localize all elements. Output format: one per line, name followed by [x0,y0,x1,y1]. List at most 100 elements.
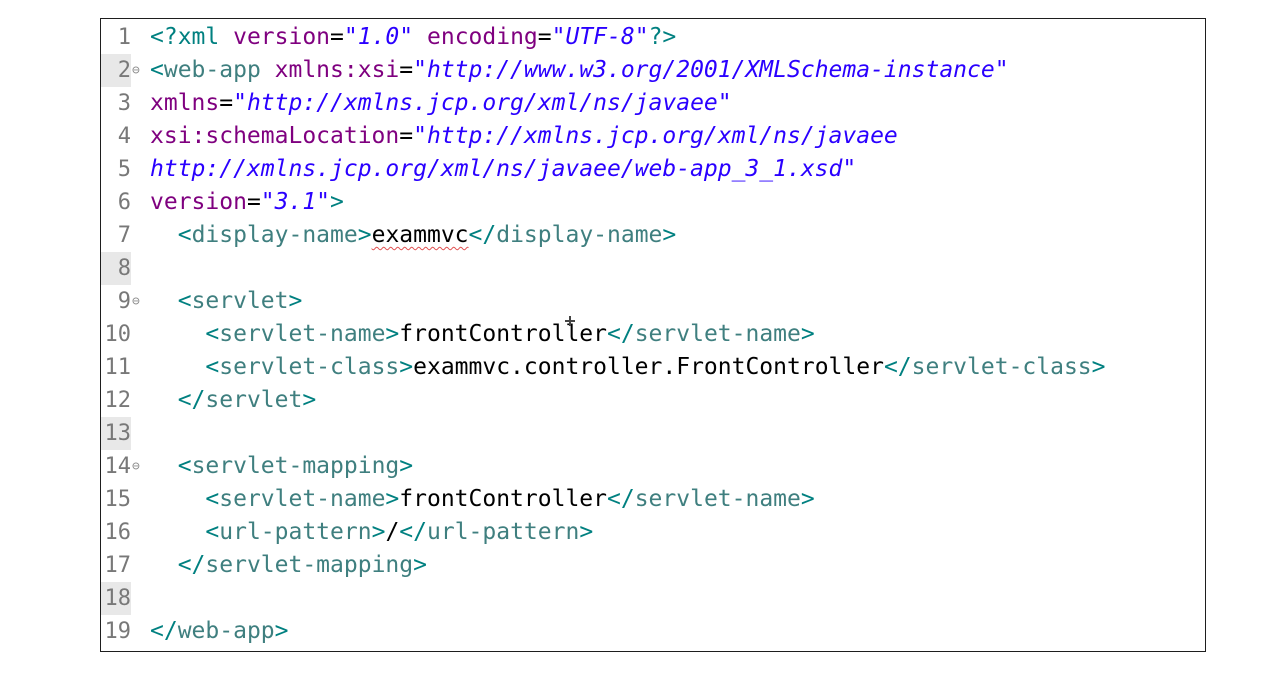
token-str: "UTF-8" [551,24,649,50]
code-line[interactable]: 14 ⊖ <servlet-mapping> [101,450,1205,483]
code-text[interactable]: <url-pattern>/</url-pattern> [150,516,593,549]
token-br: < [205,519,220,545]
token-tag: servlet-class [219,354,400,380]
token-tag: servlet [205,387,303,413]
code-line[interactable]: 7 <display-name>exammvc</display-name> [101,219,1205,252]
token-txt: = [246,189,261,215]
token-attr: version [233,24,331,50]
token-br: > [1091,354,1106,380]
code-line[interactable]: 6 version="3.1"> [101,186,1205,219]
token-pi: <?xml [150,24,234,50]
code-line[interactable]: 5 http://xmlns.jcp.org/xml/ns/javaee/web-… [101,153,1205,186]
token-br: </ [468,222,497,248]
token-br: </ [607,321,635,347]
code-line[interactable]: 1 <?xml version="1.0" encoding="UTF-8"?> [101,21,1205,54]
token-tag: display-name [496,222,663,248]
token-str: http://xmlns.jcp.org/xml/ns/javaee/web-a… [150,156,857,182]
token-tag: web-app [163,57,275,83]
code-text[interactable]: <servlet-class>exammvc.controller.FrontC… [150,351,1106,384]
token-br: > [579,519,594,545]
fold-toggle-icon[interactable]: ⊖ [132,450,140,483]
token-br: > [800,321,815,347]
line-number: 15 [104,487,132,512]
token-br: > [385,486,400,512]
code-line[interactable]: 16 <url-pattern>/</url-pattern> [101,516,1205,549]
token-tag: servlet-name [219,486,386,512]
xml-code-editor[interactable]: 1 <?xml version="1.0" encoding="UTF-8"?> 2… [100,18,1206,652]
token-br: < [177,222,192,248]
token-tag: servlet-name [634,321,801,347]
fold-toggle-icon[interactable]: ⊖ [132,54,140,87]
token-br: < [205,321,220,347]
code-text[interactable]: <servlet-mapping> [150,450,413,483]
code-line[interactable]: 17 </servlet-mapping> [101,549,1205,582]
token-txt: / [385,519,400,545]
code-line[interactable]: 18 [101,582,1205,615]
code-line[interactable]: 9 ⊖ <servlet> [101,285,1205,318]
fold-toggle-icon[interactable]: ⊖ [132,285,140,318]
line-number: 8 [101,252,131,285]
line-number: 17 [104,553,132,578]
code-text[interactable]: <web-app xmlns:xsi="http://www.w3.org/20… [150,54,1009,87]
code-text[interactable]: <servlet-name>frontController</servlet-n… [150,318,815,351]
token-br: > [800,486,815,512]
token-str: "1.0" [343,24,414,50]
code-text[interactable]: <servlet-name>frontController</servlet-n… [150,483,815,516]
code-text[interactable]: xmlns="http://xmlns.jcp.org/xml/ns/javae… [150,87,732,120]
token-str: "http://www.w3.org/2001/XMLSchema-instan… [413,57,1009,83]
token-str: "http://xmlns.jcp.org/xml/ns/javaee [413,123,898,149]
line-number: 3 [117,91,131,116]
token-str: "http://xmlns.jcp.org/xml/ns/javaee" [233,90,732,116]
code-text[interactable]: version="3.1"> [150,186,344,219]
token-attr: xmlns [150,90,220,116]
token-br: > [330,189,344,215]
code-line[interactable]: 19 </web-app> [101,615,1205,648]
code-line[interactable]: 13 [101,417,1205,450]
code-line[interactable]: 2 ⊖ <web-app xmlns:xsi="http://www.w3.org/… [101,54,1205,87]
code-text[interactable]: </servlet> [150,384,317,417]
mouse-cursor-icon [565,316,575,326]
code-text[interactable]: <display-name>exammvc</display-name> [150,219,677,252]
line-number: 14 [104,454,132,479]
token-br: </ [177,387,206,413]
line-number: 13 [101,417,131,450]
code-line[interactable]: 11 <servlet-class>exammvc.controller.Fro… [101,351,1205,384]
token-tag: url-pattern [219,519,372,545]
token-br: </ [177,552,206,578]
token-br: > [274,618,289,644]
code-text[interactable]: <?xml version="1.0" encoding="UTF-8"?> [150,21,676,54]
token-br: </ [399,519,427,545]
token-attr: version [150,189,247,215]
code-text[interactable]: </servlet-mapping> [150,549,427,582]
token-br: < [205,354,220,380]
token-br: </ [607,486,635,512]
code-line[interactable]: 12 </servlet> [101,384,1205,417]
token-br: </ [150,618,178,644]
code-text[interactable]: xsi:schemaLocation="http://xmlns.jcp.org… [150,120,898,153]
code-text[interactable]: http://xmlns.jcp.org/xml/ns/javaee/web-a… [150,153,856,186]
token-tag: url-pattern [427,519,580,545]
line-number: 2 [101,54,131,87]
token-tag: web-app [177,618,275,644]
code-line[interactable]: 3 xmlns="http://xmlns.jcp.org/xml/ns/java… [101,87,1205,120]
token-br: > [385,321,400,347]
code-line[interactable]: 8 [101,252,1205,285]
line-number: 10 [104,322,132,347]
token-txt: = [399,123,414,149]
code-line[interactable]: 15 <servlet-name>frontController</servle… [101,483,1205,516]
code-text[interactable]: </web-app> [150,615,289,648]
token-txt: frontController [399,321,607,347]
token-str: "3.1" [260,189,331,215]
token-attr: xmlns:xsi [274,57,400,83]
token-br: > [302,387,317,413]
token-attr: encoding [427,24,538,50]
line-number: 5 [117,157,131,182]
token-tag: servlet-name [219,321,386,347]
code-text[interactable]: <servlet> [150,285,303,318]
token-pi: ?> [648,24,677,50]
line-number: 19 [104,619,132,644]
code-line[interactable]: 4 xsi:schemaLocation="http://xmlns.jcp.or… [101,120,1205,153]
token-br: < [205,486,220,512]
code-line[interactable]: 10 <servlet-name>frontController</servle… [101,318,1205,351]
token-tag: servlet [191,288,289,314]
